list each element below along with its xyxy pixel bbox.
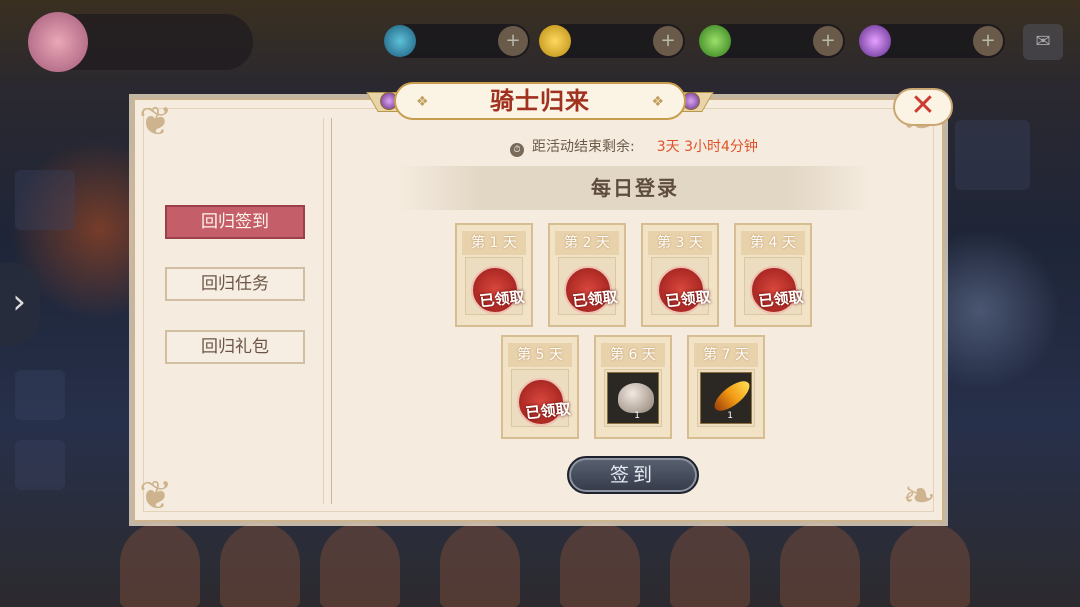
- claimed-stamp-icon: 已领取: [750, 266, 804, 314]
- claimed-label: 已领取: [524, 399, 572, 423]
- fleuron-icon: ❖: [416, 94, 429, 110]
- page-title: 骑士归来: [490, 86, 590, 115]
- currency-gem: +: [384, 24, 530, 58]
- leaf-icon: [699, 25, 731, 57]
- currency-leaf: +: [699, 24, 845, 58]
- corner-ornament: ❦: [139, 99, 173, 145]
- day-card-5[interactable]: 第 5 天 已领取: [501, 335, 579, 439]
- gem-icon: [384, 25, 416, 57]
- claimed-stamp-icon: 已领取: [471, 266, 525, 314]
- title-banner: ❖ 骑士归来 ❖: [366, 80, 714, 122]
- character-portrait: [670, 523, 750, 607]
- countdown-value: 3天 3小时4分钟: [656, 139, 758, 155]
- signin-button[interactable]: 签到: [567, 456, 699, 494]
- character-portrait: [320, 523, 400, 607]
- crystal-icon: [859, 25, 891, 57]
- claimed-stamp-icon: 已领取: [657, 266, 711, 314]
- character-portrait: [780, 523, 860, 607]
- avatar: [28, 12, 88, 72]
- reward-slot: 已领取: [744, 257, 804, 315]
- tab-return-signin[interactable]: 回归签到: [165, 205, 305, 239]
- player-profile: [28, 12, 253, 72]
- day-label: 第 6 天: [601, 343, 665, 367]
- countdown: ⏱ 距活动结束剩余: 3天 3小时4分钟: [510, 136, 758, 157]
- item-count: 1: [634, 411, 640, 421]
- menu-icon-background: [15, 170, 75, 230]
- coin-icon: [539, 25, 571, 57]
- day-card-6[interactable]: 第 6 天 1: [594, 335, 672, 439]
- day-card-7[interactable]: 第 7 天 1: [687, 335, 765, 439]
- close-icon[interactable]: ✕: [910, 88, 935, 123]
- reward-slot: 已领取: [558, 257, 618, 315]
- section-title: 每日登录: [591, 176, 679, 200]
- claimed-label: 已领取: [664, 287, 712, 311]
- character-portrait: [440, 523, 520, 607]
- character-portrait: [560, 523, 640, 607]
- stopwatch-icon: ⏱: [510, 143, 524, 157]
- claimed-label: 已领取: [571, 287, 619, 311]
- menu-icon-background: [15, 370, 65, 420]
- claimed-label: 已领取: [757, 287, 805, 311]
- character-portrait: [220, 523, 300, 607]
- countdown-label: 距活动结束剩余:: [532, 139, 635, 155]
- day-card-4[interactable]: 第 4 天 已领取: [734, 223, 812, 327]
- day-label: 第 4 天: [741, 231, 805, 255]
- menu-icon-background: [15, 440, 65, 490]
- reward-slot: 已领取: [651, 257, 711, 315]
- reward-item[interactable]: 1: [700, 372, 755, 424]
- currency-crystal: +: [859, 24, 1005, 58]
- tab-divider: [331, 118, 332, 504]
- ore-rock-icon: [618, 383, 654, 413]
- reward-slot: 已领取: [511, 369, 571, 427]
- top-bar: + + + + ✉: [0, 10, 1080, 72]
- reward-item[interactable]: 1: [607, 372, 659, 424]
- day-label: 第 5 天: [508, 343, 572, 367]
- item-count: 1: [727, 411, 733, 421]
- tab-return-tasks[interactable]: 回归任务: [165, 267, 305, 301]
- plus-icon: +: [498, 26, 528, 56]
- day-card-3[interactable]: 第 3 天 已领取: [641, 223, 719, 327]
- claimed-label: 已领取: [478, 287, 526, 311]
- character-row: [100, 517, 980, 607]
- day-label: 第 7 天: [694, 343, 758, 367]
- event-dialog: ❦ ❦ ❧ ❧: [133, 98, 944, 522]
- reward-slot[interactable]: 1: [604, 369, 662, 427]
- day-card-2[interactable]: 第 2 天 已领取: [548, 223, 626, 327]
- close-button[interactable]: ✕: [893, 88, 953, 126]
- day-label: 第 3 天: [648, 231, 712, 255]
- event-icon-background: [955, 120, 1030, 190]
- golden-feather-icon: [709, 375, 755, 417]
- claimed-stamp-icon: 已领取: [517, 378, 571, 426]
- corner-ornament: ❧: [902, 473, 936, 519]
- section-header: 每日登录: [398, 166, 872, 210]
- plus-icon: +: [813, 26, 843, 56]
- tab-divider: [323, 118, 324, 504]
- day-card-1[interactable]: 第 1 天 已领取: [455, 223, 533, 327]
- claimed-stamp-icon: 已领取: [564, 266, 618, 314]
- character-portrait: [120, 523, 200, 607]
- day-label: 第 2 天: [555, 231, 619, 255]
- plus-icon: +: [653, 26, 683, 56]
- title-plate: ❖ 骑士归来 ❖: [394, 82, 686, 120]
- side-menu-toggle: ›: [0, 262, 40, 346]
- reward-slot[interactable]: 1: [697, 369, 755, 427]
- character-portrait: [890, 523, 970, 607]
- mail-icon: ✉: [1023, 24, 1063, 60]
- day-label: 第 1 天: [462, 231, 526, 255]
- fleuron-icon: ❖: [651, 94, 664, 110]
- reward-slot: 已领取: [465, 257, 525, 315]
- plus-icon: +: [973, 26, 1003, 56]
- currency-gold: +: [539, 24, 685, 58]
- corner-ornament: ❦: [139, 473, 173, 519]
- tab-return-gift-pack[interactable]: 回归礼包: [165, 330, 305, 364]
